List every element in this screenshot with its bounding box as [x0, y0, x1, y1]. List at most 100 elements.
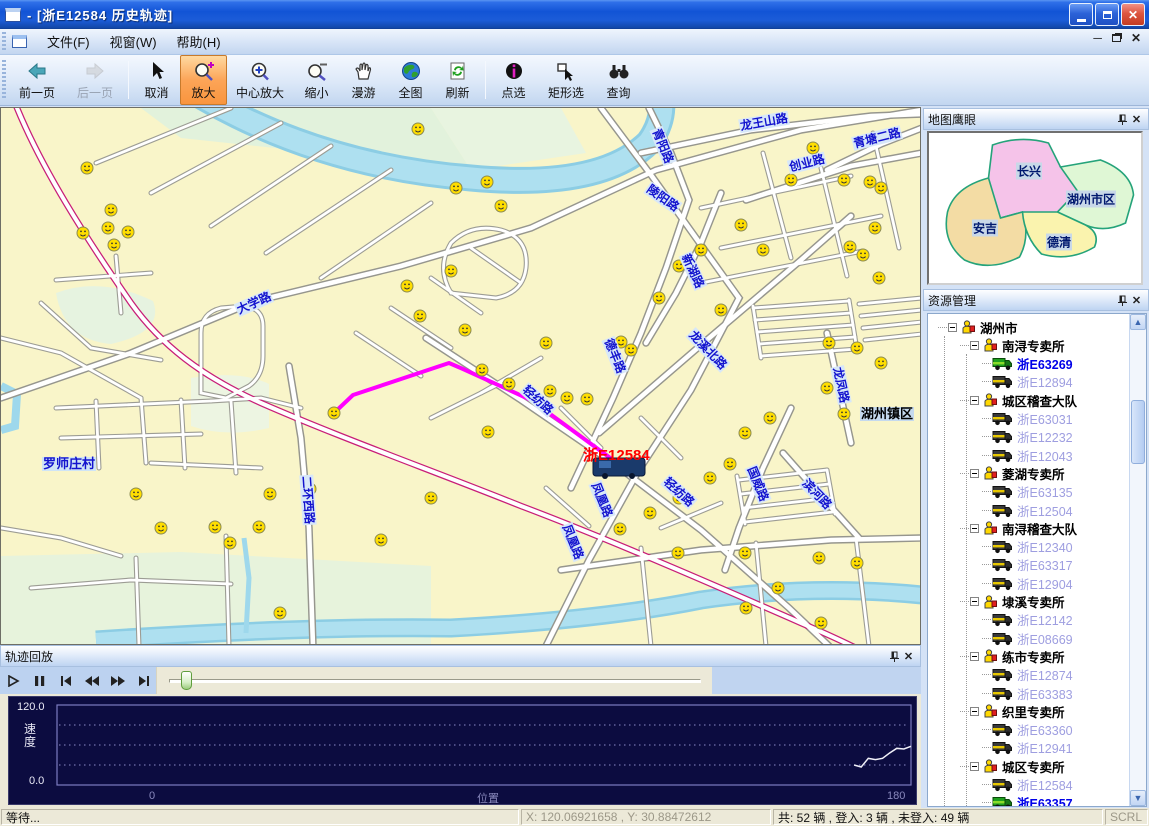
mdi-minimize-button[interactable]: ─ [1093, 33, 1102, 43]
toolbar-button-next-page[interactable]: 后一页 [66, 55, 124, 105]
tree-item-21[interactable]: 织里专卖所 [960, 702, 1065, 720]
vehicle-marker-smiley[interactable] [653, 292, 665, 304]
tree-item-10[interactable]: 浙E12504 [982, 501, 1073, 519]
toolbar-button-zoom-in[interactable]: 放大 [180, 55, 227, 105]
scroll-down-icon[interactable]: ▼ [1130, 790, 1146, 806]
close-icon[interactable]: ✕ [901, 649, 916, 664]
vehicle-marker-smiley[interactable] [673, 492, 685, 504]
vehicle-marker-smiley[interactable] [614, 523, 626, 535]
tree-item-8[interactable]: 菱湖专卖所 [960, 464, 1065, 482]
map-canvas[interactable] [1, 108, 921, 645]
mdi-close-button[interactable]: ✕ [1131, 33, 1141, 43]
vehicle-marker-smiley[interactable] [857, 249, 869, 261]
vehicle-marker-smiley[interactable] [864, 176, 876, 188]
vehicle-marker-smiley[interactable] [274, 607, 286, 619]
tree-item-23[interactable]: 浙E12941 [982, 739, 1073, 757]
tracked-vehicle-icon[interactable] [593, 458, 645, 479]
vehicle-marker-smiley[interactable] [105, 204, 117, 216]
vehicle-marker-smiley[interactable] [401, 280, 413, 292]
vehicle-marker-smiley[interactable] [581, 393, 593, 405]
tree-scrollbar[interactable]: ▲ ▼ [1129, 314, 1146, 806]
slider-thumb[interactable] [181, 671, 192, 690]
tree-item-4[interactable]: 城区稽查大队 [960, 391, 1077, 409]
tree-expand-toggle[interactable] [970, 469, 979, 478]
vehicle-marker-smiley[interactable] [544, 385, 556, 397]
tree-item-24[interactable]: 城区专卖所 [960, 757, 1065, 775]
vehicle-marker-smiley[interactable] [815, 617, 827, 629]
playback-fast-forward-button[interactable] [106, 670, 130, 692]
menu-item-0[interactable]: 文件(F) [37, 29, 100, 54]
vehicle-marker-smiley[interactable] [785, 174, 797, 186]
pin-icon[interactable] [1114, 293, 1129, 308]
vehicle-marker-smiley[interactable] [844, 241, 856, 253]
toolbar-button-cancel-cursor[interactable]: 取消 [133, 55, 180, 105]
tree-item-15[interactable]: 埭溪专卖所 [960, 593, 1065, 611]
menu-item-2[interactable]: 帮助(H) [167, 29, 231, 54]
toolbar-button-refresh[interactable]: 刷新 [434, 55, 481, 105]
pin-icon[interactable] [886, 649, 901, 664]
close-icon[interactable]: ✕ [1129, 112, 1144, 127]
playback-rewind-button[interactable] [80, 670, 104, 692]
vehicle-marker-smiley[interactable] [425, 492, 437, 504]
tree-expand-toggle[interactable] [970, 597, 979, 606]
tree-expand-toggle[interactable] [948, 323, 957, 332]
tree-item-1[interactable]: 南浔专卖所 [960, 336, 1065, 354]
vehicle-marker-smiley[interactable] [739, 547, 751, 559]
tree-expand-toggle[interactable] [970, 341, 979, 350]
vehicle-marker-smiley[interactable] [253, 521, 265, 533]
tree-item-5[interactable]: 浙E63031 [982, 410, 1073, 428]
vehicle-marker-smiley[interactable] [704, 472, 716, 484]
tree-item-16[interactable]: 浙E12142 [982, 611, 1073, 629]
vehicle-marker-smiley[interactable] [615, 336, 627, 348]
playback-skip-start-button[interactable] [54, 670, 78, 692]
toolbar-button-prev-page[interactable]: 前一页 [8, 55, 66, 105]
tree-expand-toggle[interactable] [970, 652, 979, 661]
tree-item-18[interactable]: 练市专卖所 [960, 647, 1065, 665]
vehicle-marker-smiley[interactable] [209, 521, 221, 533]
vehicle-marker-smiley[interactable] [81, 162, 93, 174]
mdi-restore-button[interactable] [1112, 34, 1121, 42]
tree-item-14[interactable]: 浙E12904 [982, 574, 1073, 592]
vehicle-marker-smiley[interactable] [304, 483, 316, 495]
vehicle-marker-smiley[interactable] [412, 123, 424, 135]
toolbar-button-zoom-center[interactable]: 中心放大 [227, 55, 293, 105]
menubar-grip[interactable] [2, 32, 6, 52]
vehicle-marker-smiley[interactable] [739, 427, 751, 439]
tree-item-12[interactable]: 浙E12340 [982, 538, 1073, 556]
vehicle-marker-smiley[interactable] [445, 265, 457, 277]
vehicle-marker-smiley[interactable] [224, 537, 236, 549]
vehicle-marker-smiley[interactable] [838, 174, 850, 186]
menu-item-1[interactable]: 视窗(W) [100, 29, 167, 54]
eagle-eye-map[interactable]: 长兴湖州市区安吉德清 [927, 131, 1143, 285]
vehicle-marker-smiley[interactable] [102, 222, 114, 234]
vehicle-marker-smiley[interactable] [672, 547, 684, 559]
vehicle-marker-smiley[interactable] [821, 382, 833, 394]
vehicle-marker-smiley[interactable] [155, 522, 167, 534]
vehicle-marker-smiley[interactable] [540, 337, 552, 349]
pin-icon[interactable] [1114, 112, 1129, 127]
vehicle-marker-smiley[interactable] [450, 182, 462, 194]
vehicle-marker-smiley[interactable] [875, 182, 887, 194]
vehicle-marker-smiley[interactable] [873, 272, 885, 284]
scroll-up-icon[interactable]: ▲ [1130, 314, 1146, 330]
toolbar-button-pan-hand[interactable]: 漫游 [340, 55, 387, 105]
restore-button[interactable] [1095, 3, 1119, 26]
vehicle-marker-smiley[interactable] [328, 407, 340, 419]
toolbar-button-point-select[interactable]: 点选 [490, 55, 537, 105]
toolbar-button-zoom-out[interactable]: 缩小 [293, 55, 340, 105]
mdi-child-icon[interactable] [12, 35, 27, 48]
vehicle-marker-smiley[interactable] [823, 337, 835, 349]
vehicle-marker-smiley[interactable] [644, 507, 656, 519]
toolbar-grip[interactable] [2, 60, 6, 100]
vehicle-marker-smiley[interactable] [740, 602, 752, 614]
tree-item-7[interactable]: 浙E12043 [982, 446, 1073, 464]
playback-slider[interactable] [156, 667, 712, 694]
vehicle-marker-smiley[interactable] [735, 219, 747, 231]
vehicle-marker-smiley[interactable] [764, 412, 776, 424]
vehicle-marker-smiley[interactable] [813, 552, 825, 564]
vehicle-marker-smiley[interactable] [838, 408, 850, 420]
vehicle-marker-smiley[interactable] [503, 378, 515, 390]
vehicle-marker-smiley[interactable] [851, 342, 863, 354]
tree-item-11[interactable]: 南浔稽查大队 [960, 519, 1077, 537]
vehicle-marker-smiley[interactable] [476, 364, 488, 376]
